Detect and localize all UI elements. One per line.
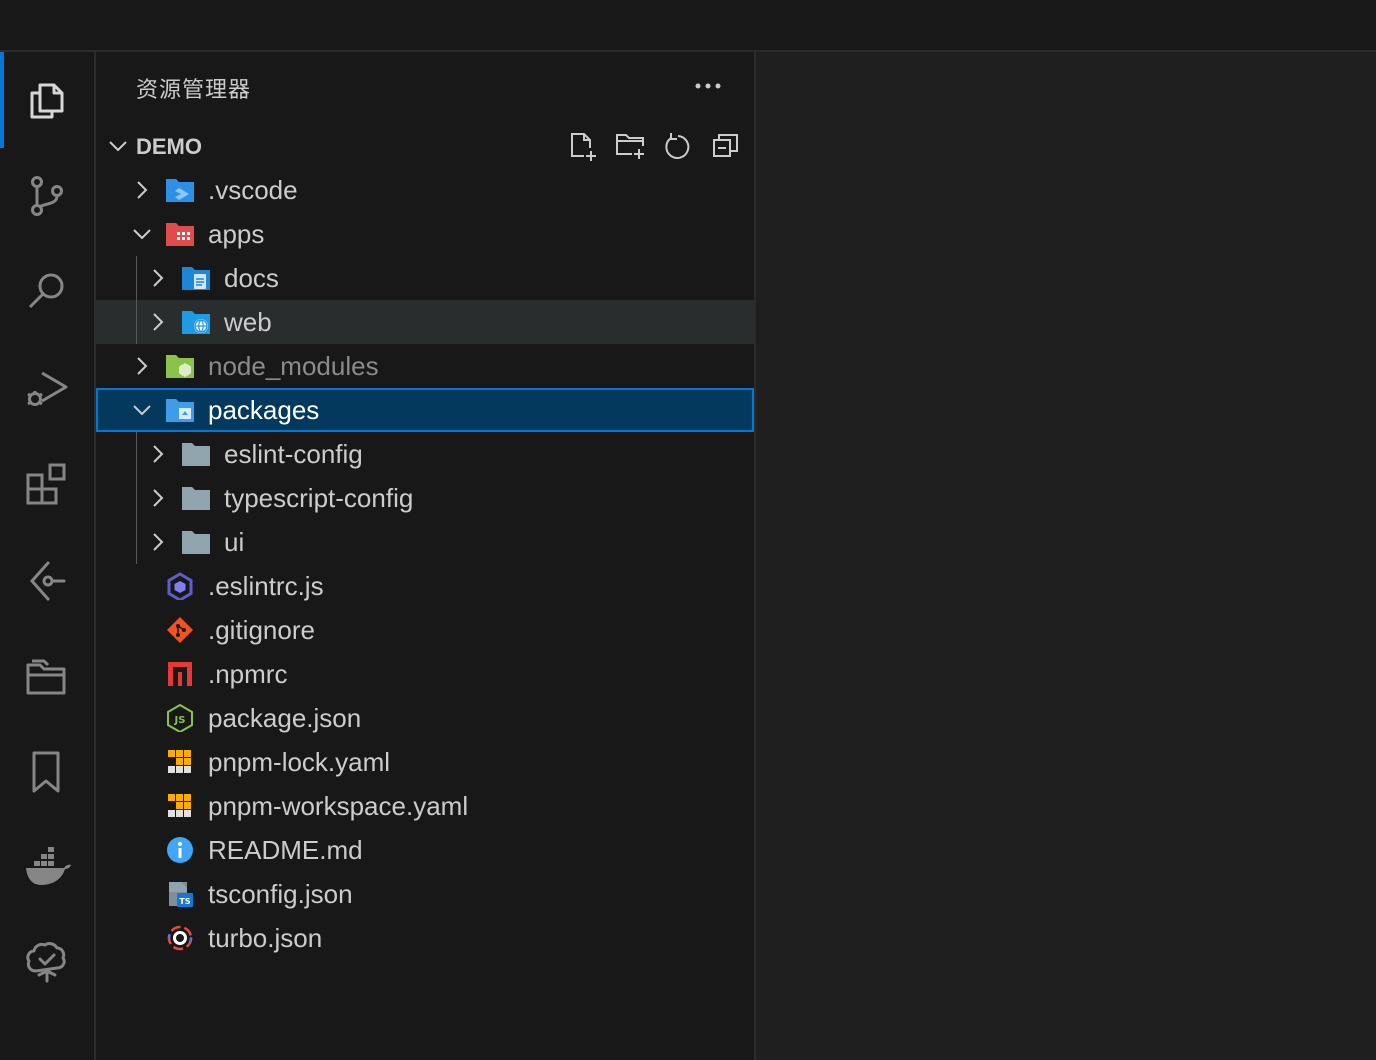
- tree-file-turbo-json[interactable]: turbo.json: [96, 916, 754, 960]
- chevron-right-icon: [137, 181, 148, 199]
- tree-file-npmrc[interactable]: .npmrc: [96, 652, 754, 696]
- vscode-folder-icon: [165, 176, 195, 204]
- info-icon: [165, 836, 195, 864]
- tree-item-label: web: [224, 307, 272, 337]
- ellipsis-icon: [695, 83, 721, 89]
- tree-item-label: .vscode: [208, 175, 298, 205]
- tree-folder-typescript-config[interactable]: typescript-config: [96, 476, 754, 520]
- tree-item-label: node_modules: [208, 351, 379, 381]
- tree-item-label: turbo.json: [208, 923, 323, 953]
- activity-bar: [0, 52, 96, 1060]
- tree-check-icon[interactable]: [0, 916, 94, 1012]
- refresh-icon: [665, 133, 690, 159]
- project-manager-icon[interactable]: [0, 628, 94, 724]
- refresh-button[interactable]: [658, 128, 698, 164]
- tree-folder-docs[interactable]: docs: [96, 256, 754, 300]
- folder-icon: [181, 484, 211, 512]
- pnpm-icon: [165, 748, 195, 776]
- tree-item-label: eslint-config: [224, 439, 363, 469]
- tree-item-label: .npmrc: [208, 659, 288, 689]
- folder-icon: [181, 528, 211, 556]
- tree-item-label: ui: [224, 527, 245, 557]
- explorer-icon[interactable]: [0, 52, 94, 148]
- explorer-sidebar: 资源管理器 DEMO .vscode apps docs web node_mo…: [96, 52, 756, 1060]
- tree-folder-vscode[interactable]: .vscode: [96, 168, 754, 212]
- chevron-right-icon: [153, 313, 164, 331]
- tree-file-gitignore[interactable]: .gitignore: [96, 608, 754, 652]
- chevron-right-icon: [153, 489, 164, 507]
- new-folder-icon: [616, 134, 644, 159]
- turbo-icon: [165, 924, 195, 952]
- docs-folder-icon: [181, 264, 211, 292]
- tree-item-label: .gitignore: [208, 615, 315, 645]
- editor-area: [756, 52, 1376, 1060]
- new-folder-button[interactable]: [610, 128, 650, 164]
- chevron-down-icon: [133, 405, 151, 416]
- tree-folder-packages[interactable]: packages: [96, 388, 754, 432]
- docker-icon[interactable]: [0, 820, 94, 916]
- chevron-right-icon: [137, 357, 148, 375]
- title-bar: [0, 0, 1376, 52]
- tree-item-label: apps: [208, 219, 265, 249]
- indent-guide: [136, 432, 137, 564]
- chevron-down-icon: [133, 229, 151, 240]
- git-icon: [165, 616, 195, 644]
- eslint-icon: [165, 572, 195, 602]
- workspace-name: DEMO: [136, 134, 202, 159]
- tree-item-label: README.md: [208, 835, 363, 865]
- collapse-all-button[interactable]: [706, 128, 746, 164]
- workspace-section-header[interactable]: DEMO: [96, 124, 754, 168]
- run-debug-icon[interactable]: [0, 340, 94, 436]
- nodejs-icon: JS: [165, 703, 195, 734]
- tree-folder-eslint-config[interactable]: eslint-config: [96, 432, 754, 476]
- svg-text:JS: JS: [174, 715, 186, 726]
- web-folder-icon: [181, 308, 211, 336]
- tree-file-readme-md[interactable]: README.md: [96, 828, 754, 872]
- apps-folder-icon: [165, 220, 195, 248]
- source-control-icon[interactable]: [0, 148, 94, 244]
- tree-item-label: pnpm-workspace.yaml: [208, 791, 469, 821]
- chevron-down-icon: [109, 141, 127, 152]
- tree-folder-ui[interactable]: ui: [96, 520, 754, 564]
- file-tree: .vscode apps docs web node_modules packages es…: [96, 168, 754, 960]
- new-file-icon: [571, 133, 596, 161]
- chevron-right-icon: [153, 533, 164, 551]
- packages-folder-icon: [165, 396, 195, 424]
- tree-folder-node-modules[interactable]: node_modules: [96, 344, 754, 388]
- tree-file-pnpm-lock-yaml[interactable]: pnpm-lock.yaml: [96, 740, 754, 784]
- chevron-right-icon: [153, 269, 164, 287]
- svg-text:TS: TS: [179, 897, 190, 906]
- indent-guide: [136, 256, 137, 344]
- tree-file-package-json[interactable]: JS package.json: [96, 696, 754, 740]
- extensions-icon[interactable]: [0, 436, 94, 532]
- search-icon[interactable]: [0, 244, 94, 340]
- tree-item-label: packages: [208, 395, 320, 425]
- gitlens-icon[interactable]: [0, 532, 94, 628]
- tsconfig-icon: TS: [165, 880, 195, 908]
- chevron-right-icon: [153, 445, 164, 463]
- tree-item-label: pnpm-lock.yaml: [208, 747, 391, 777]
- tree-item-label: package.json: [208, 703, 362, 733]
- new-file-button[interactable]: [562, 128, 602, 164]
- tree-item-label: typescript-config: [224, 483, 414, 513]
- tree-file-tsconfig-json[interactable]: TS tsconfig.json: [96, 872, 754, 916]
- npm-icon: [165, 660, 195, 688]
- more-actions-button[interactable]: [688, 70, 728, 102]
- pnpm-icon: [165, 792, 195, 820]
- node-modules-folder-icon: [165, 352, 195, 380]
- tree-folder-web[interactable]: web: [96, 300, 754, 344]
- collapse-all-icon: [713, 134, 738, 157]
- explorer-title: 资源管理器: [136, 77, 252, 102]
- folder-icon: [181, 440, 211, 468]
- tree-file-eslintrc-js[interactable]: .eslintrc.js: [96, 564, 754, 608]
- tree-item-label: docs: [224, 263, 279, 293]
- tree-folder-apps[interactable]: apps: [96, 212, 754, 256]
- bookmarks-icon[interactable]: [0, 724, 94, 820]
- tree-item-label: .eslintrc.js: [208, 571, 324, 601]
- tree-file-pnpm-workspace-yaml[interactable]: pnpm-workspace.yaml: [96, 784, 754, 828]
- tree-item-label: tsconfig.json: [208, 879, 353, 909]
